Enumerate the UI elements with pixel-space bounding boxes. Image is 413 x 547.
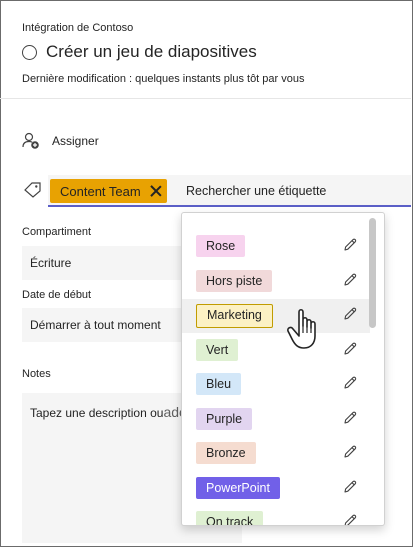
label-chip-content-team: Content Team: [50, 179, 167, 203]
bucket-label: Compartiment: [22, 226, 92, 238]
label-option[interactable]: Bleu: [182, 368, 370, 402]
label-option-name: Hors piste: [196, 269, 273, 292]
label-option[interactable]: Purple: [182, 403, 370, 437]
plan-name: Intégration de Contoso: [22, 22, 134, 34]
edit-label-pencil-icon[interactable]: [342, 237, 358, 253]
remove-label-icon[interactable]: [149, 184, 163, 198]
hand-cursor-icon: [287, 308, 316, 349]
label-option[interactable]: PowerPoint: [182, 472, 370, 506]
start-date-value: Démarrer à tout moment: [30, 318, 161, 332]
edit-label-pencil-icon[interactable]: [342, 410, 358, 426]
add-person-icon: [22, 132, 39, 149]
label-option[interactable]: Vert: [182, 334, 370, 368]
task-title-row: Créer un jeu de diapositives: [22, 42, 257, 62]
label-option[interactable]: Hors piste: [182, 265, 370, 299]
edit-label-pencil-icon[interactable]: [342, 513, 358, 525]
edit-label-pencil-icon[interactable]: [342, 306, 358, 322]
label-option-name: Bronze: [196, 442, 256, 464]
complete-task-checkbox[interactable]: [22, 44, 37, 60]
label-picker-dropdown: Rose Hors piste Marketing Vert Bleu Purple Bro…: [181, 212, 385, 526]
label-option-name: Purple: [196, 407, 253, 430]
label-option[interactable]: Rose: [182, 230, 370, 264]
label-option-name: Rose: [196, 235, 246, 257]
label-option[interactable]: On track: [182, 506, 370, 525]
last-modified-text: Dernière modification : quelques instant…: [22, 73, 305, 85]
label-option-name: Marketing: [196, 304, 273, 328]
notes-placeholder: Tapez une description ou: [30, 406, 164, 420]
edit-label-pencil-icon[interactable]: [342, 479, 358, 495]
dropdown-scrollbar[interactable]: [369, 218, 376, 328]
header-divider: [0, 98, 411, 99]
label-option-name: Vert: [196, 338, 239, 361]
assign-button[interactable]: Assigner: [22, 132, 99, 150]
label-chip-text: Content Team: [60, 183, 141, 199]
label-search-input[interactable]: [184, 179, 408, 203]
bucket-value: Écriture: [30, 256, 72, 270]
label-option[interactable]: Marketing: [182, 299, 370, 333]
task-title[interactable]: Créer un jeu de diapositives: [46, 42, 257, 62]
tag-icon: [24, 182, 41, 198]
edit-label-pencil-icon[interactable]: [342, 272, 358, 288]
label-option-name: Bleu: [196, 373, 242, 395]
assign-label: Assigner: [52, 134, 99, 148]
label-option-name: On track: [196, 511, 264, 525]
edit-label-pencil-icon[interactable]: [342, 444, 358, 460]
notes-label: Notes: [22, 368, 51, 380]
edit-label-pencil-icon[interactable]: [342, 375, 358, 391]
edit-label-pencil-icon[interactable]: [342, 341, 358, 357]
label-option[interactable]: Bronze: [182, 437, 370, 471]
start-date-label: Date de début: [22, 289, 92, 301]
label-option-name: PowerPoint: [196, 476, 280, 499]
